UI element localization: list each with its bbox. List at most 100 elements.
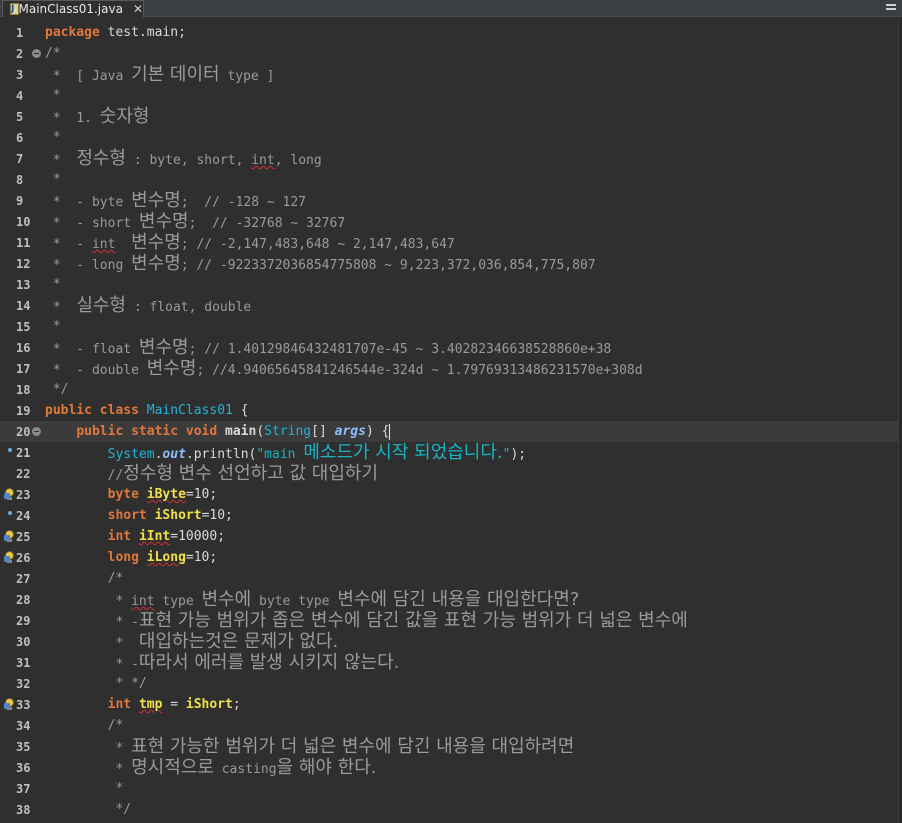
code-text: * [45,172,61,187]
line-number[interactable]: 3 [16,68,38,82]
code-line[interactable]: 1 package test.main; [0,22,898,43]
warning-bulb-icon[interactable] [4,530,15,543]
line-number[interactable]: 4 [16,89,38,103]
warning-bulb-icon[interactable] [4,698,15,711]
code-text: * 명시적으로 casting을 해야 한다. [45,757,377,778]
code-line[interactable]: 4 * [0,85,898,106]
code-text: */ [45,802,132,817]
line-number[interactable]: 35 [16,740,38,754]
code-text: * 표현 가능한 범위가 더 넓은 변수에 담긴 내용을 대입하려면 [45,736,575,757]
line-number[interactable]: 28 [16,593,38,607]
close-icon[interactable]: ✕ [133,2,143,16]
code-line[interactable]: 28 * int type 변수에 byte type 변수에 담긴 내용을 대… [0,589,898,610]
line-number[interactable]: 24 [16,509,38,523]
line-number[interactable]: 21 [16,446,38,460]
code-text: * [45,88,61,103]
code-line[interactable]: 24 short iShort=10; [0,505,898,526]
code-text: * [ Java 기본 데이터 type ] [45,64,275,85]
line-number[interactable]: 12 [16,257,38,271]
code-line[interactable]: 34 /* [0,715,898,736]
code-line[interactable]: 26 long iLong=10; [0,547,898,568]
code-line[interactable]: 18 */ [0,379,898,400]
java-file-icon: J [8,2,19,16]
code-line[interactable]: 35 * 표현 가능한 범위가 더 넓은 변수에 담긴 내용을 대입하려면 [0,736,898,757]
code-line[interactable]: 13 * [0,274,898,295]
code-line[interactable]: 11 * - int 변수명; // -2,147,483,648 ~ 2,14… [0,232,898,253]
line-number[interactable]: 11 [16,236,38,250]
code-line[interactable]: 37 * [0,778,898,799]
code-line[interactable]: 3 * [ Java 기본 데이터 type ] [0,64,898,85]
code-line[interactable]: 22 //정수형 변수 선언하고 값 대입하기 [0,463,898,484]
line-number[interactable]: 32 [16,677,38,691]
line-number[interactable]: 25 [16,530,38,544]
line-number[interactable]: 30 [16,635,38,649]
code-line[interactable]: 25 int iInt=10000; [0,526,898,547]
code-line[interactable]: 29 * -표현 가능 범위가 좁은 변수에 담긴 값을 표현 가능 범위가 더… [0,610,898,631]
code-line[interactable]: 15 * [0,316,898,337]
line-number[interactable]: 29 [16,614,38,628]
vertical-scrollbar[interactable] [898,18,902,823]
code-line[interactable]: 16 * - float 변수명; // 1.40129846432481707… [0,337,898,358]
warning-bulb-icon[interactable] [4,551,15,564]
line-number[interactable]: 8 [16,173,38,187]
line-number[interactable]: 18 [16,383,38,397]
code-text: public static void main(String[] args) { [76,423,391,440]
line-number[interactable]: 23 [16,488,38,502]
code-text: * */ [45,676,147,691]
line-number[interactable]: 13 [16,278,38,292]
code-line[interactable]: 23 byte iByte=10; [0,484,898,505]
code-line[interactable]: 12 * - long 변수명; // -9223372036854775808… [0,253,898,274]
code-line[interactable]: 17 * - double 변수명; //4.94065645841246544… [0,358,898,379]
line-number[interactable]: 7 [16,152,38,166]
line-number[interactable]: 17 [16,362,38,376]
code-line[interactable]: 36 * 명시적으로 casting을 해야 한다. [0,757,898,778]
line-number[interactable]: 26 [16,551,38,565]
line-number[interactable]: 9 [16,194,38,208]
code-line[interactable]: 31 * -따라서 에러를 발생 시키지 않는다. [0,652,898,673]
line-number[interactable]: 10 [16,215,38,229]
code-line[interactable]: 5 * 1. 숫자형 [0,106,898,127]
warning-bulb-icon[interactable] [4,488,15,501]
line-number[interactable]: 34 [16,719,38,733]
line-number[interactable]: 5 [16,110,38,124]
code-text: /* [45,46,61,61]
code-line[interactable]: 10 * - short 변수명; // -32768 ~ 32767 [0,211,898,232]
code-line[interactable]: 19 public class MainClass01 { [0,400,898,421]
minimize-icon[interactable] [884,1,898,13]
code-line[interactable]: 27 /* [0,568,898,589]
fold-toggle-icon[interactable] [32,49,41,58]
code-line[interactable]: 30 * 대입하는것은 문제가 없다. [0,631,898,652]
line-number[interactable]: 15 [16,320,38,334]
tab-title: MainClass01.java [18,2,123,16]
code-line[interactable]: 14 * 실수형 : float, double [0,295,898,316]
line-number[interactable]: 19 [16,404,38,418]
code-line[interactable]: 7 * 정수형 : byte, short, int, long [0,148,898,169]
line-number[interactable]: 22 [16,467,38,481]
line-number[interactable]: 16 [16,341,38,355]
line-number[interactable]: 1 [16,26,38,40]
code-line[interactable]: 38 */ [0,799,898,820]
code-line[interactable]: 33 int tmp = iShort; [0,694,898,715]
line-number[interactable]: 38 [16,803,38,817]
code-text: public class MainClass01 { [45,403,249,418]
code-line[interactable]: 20 public static void main(String[] args… [0,421,898,442]
code-text: * - double 변수명; //4.94065645841246544e-3… [45,358,643,379]
fold-toggle-icon[interactable] [32,427,41,436]
line-number[interactable]: 33 [16,698,38,712]
code-line[interactable]: 9 * - byte 변수명; // -128 ~ 127 [0,190,898,211]
code-line[interactable]: 21 System.out.println("main 메소드가 시작 되었습니… [0,442,898,463]
code-line[interactable]: 6 * [0,127,898,148]
code-line[interactable]: 32 * */ [0,673,898,694]
line-number[interactable]: 36 [16,761,38,775]
line-number[interactable]: 27 [16,572,38,586]
code-text: * -따라서 에러를 발생 시키지 않는다. [45,652,400,673]
code-line[interactable]: 2/* [0,43,898,64]
editor-tab-mainclass01[interactable]: J MainClass01.java ✕ [2,0,144,17]
line-number[interactable]: 6 [16,131,38,145]
line-number[interactable]: 31 [16,656,38,670]
code-editor[interactable]: 1 package test.main; 2/* 3 * [ Java 기본 데이터 … [0,18,902,823]
code-line[interactable]: 8 * [0,169,898,190]
line-number[interactable]: 37 [16,782,38,796]
line-number[interactable]: 14 [16,299,38,313]
code-text: * 실수형 : float, double [45,295,252,316]
